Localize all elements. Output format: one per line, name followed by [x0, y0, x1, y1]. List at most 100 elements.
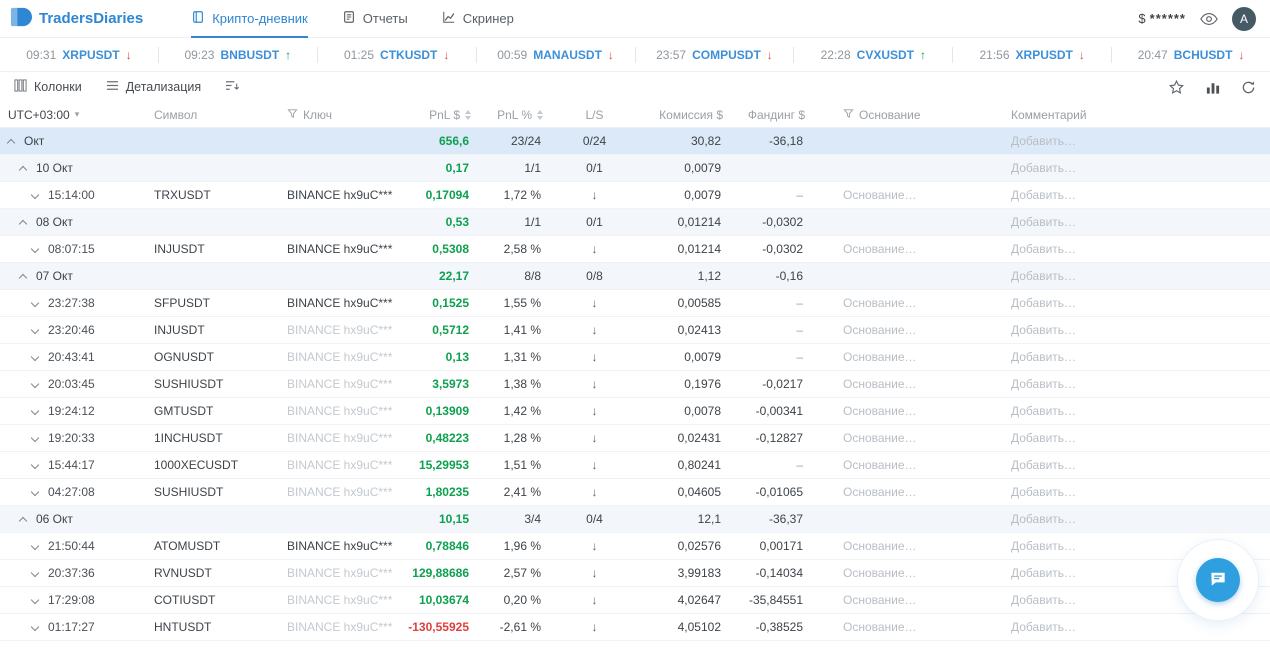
add-comment-link[interactable]: Добавить… [1007, 134, 1270, 148]
trade-row[interactable]: 15:14:00 TRXUSDT BINANCE hx9uC*** 0,17094 1,… [0, 182, 1270, 209]
key-header[interactable]: Ключ [283, 108, 400, 122]
add-comment-link[interactable]: Добавить… [1007, 323, 1270, 337]
timezone-header[interactable]: UTC+03:00 ▾ [0, 108, 150, 122]
add-basis-link[interactable]: Основание… [809, 188, 1007, 202]
ticker-item[interactable]: 00:59 MANAUSDT ↓ [477, 46, 636, 63]
details-button[interactable]: Детализация [106, 79, 201, 95]
ticker-symbol[interactable]: BCHUSDT [1174, 48, 1233, 62]
sort-icon[interactable] [537, 109, 543, 120]
add-comment-link[interactable]: Добавить… [1007, 458, 1270, 472]
filter-icon[interactable] [843, 108, 854, 122]
expand-icon[interactable] [30, 622, 40, 632]
add-comment-link[interactable]: Добавить… [1007, 350, 1270, 364]
add-basis-link[interactable]: Основание… [809, 431, 1007, 445]
collapse-icon[interactable] [6, 138, 16, 148]
trade-row[interactable]: 19:20:33 1INCHUSDT BINANCE hx9uC*** 0,48223… [0, 425, 1270, 452]
date-group-row[interactable]: 10 Окт 0,17 1/1 0/1 0,0079 Добавить… [0, 155, 1270, 182]
add-basis-link[interactable]: Основание… [809, 350, 1007, 364]
add-basis-link[interactable]: Основание… [809, 296, 1007, 310]
ticker-symbol[interactable]: BNBUSDT [220, 48, 279, 62]
ticker-item[interactable]: 22:28 CVXUSDT ↑ [794, 46, 954, 63]
trade-row[interactable]: 01:17:27 HNTUSDT BINANCE hx9uC*** -130,5592… [0, 614, 1270, 641]
date-group-row[interactable]: 07 Окт 22,17 8/8 0/8 1,12 -0,16 Добавить… [0, 263, 1270, 290]
add-basis-link[interactable]: Основание… [809, 620, 1007, 634]
tab-screener[interactable]: Скринер [442, 0, 514, 38]
ticker-item[interactable]: 09:31 XRPUSDT ↓ [0, 46, 159, 63]
sort-icon[interactable] [465, 109, 471, 120]
collapse-icon[interactable] [18, 219, 28, 229]
trade-row[interactable]: 23:20:46 INJUSDT BINANCE hx9uC*** 0,5712 1,4… [0, 317, 1270, 344]
add-comment-link[interactable]: Добавить… [1007, 269, 1270, 283]
add-comment-link[interactable]: Добавить… [1007, 188, 1270, 202]
pnl-pct-header[interactable]: PnL % [475, 108, 547, 122]
basis-header[interactable]: Основание [809, 108, 1007, 122]
expand-icon[interactable] [30, 190, 40, 200]
add-basis-link[interactable]: Основание… [809, 566, 1007, 580]
add-comment-link[interactable]: Добавить… [1007, 377, 1270, 391]
ticker-item[interactable]: 09:23 BNBUSDT ↑ [159, 46, 318, 63]
expand-icon[interactable] [30, 244, 40, 254]
expand-icon[interactable] [30, 352, 40, 362]
month-group-row[interactable]: Окт 656,6 23/24 0/24 30,82 -36,18 Добавить… [0, 128, 1270, 155]
ticker-item[interactable]: 20:47 BCHUSDT ↓ [1112, 47, 1270, 63]
add-comment-link[interactable]: Добавить… [1007, 242, 1270, 256]
add-basis-link[interactable]: Основание… [809, 539, 1007, 553]
star-icon[interactable] [1168, 79, 1185, 96]
collapse-icon[interactable] [18, 516, 28, 526]
add-comment-link[interactable]: Добавить… [1007, 404, 1270, 418]
columns-button[interactable]: Колонки [14, 79, 82, 95]
trade-row[interactable]: 15:44:17 1000XECUSDT BINANCE hx9uC*** 15,29… [0, 452, 1270, 479]
date-group-row[interactable]: 06 Окт 10,15 3/4 0/4 12,1 -36,37 Добавить… [0, 506, 1270, 533]
ticker-symbol[interactable]: XRPUSDT [62, 48, 119, 62]
add-comment-link[interactable]: Добавить… [1007, 485, 1270, 499]
collapse-icon[interactable] [18, 165, 28, 175]
add-basis-link[interactable]: Основание… [809, 242, 1007, 256]
ticker-symbol[interactable]: COMPUSDT [692, 48, 761, 62]
brand[interactable]: TradersDiaries [10, 6, 143, 31]
tab-reports[interactable]: Отчеты [342, 0, 408, 38]
expand-icon[interactable] [30, 379, 40, 389]
ticker-symbol[interactable]: CTKUSDT [380, 48, 437, 62]
add-basis-link[interactable]: Основание… [809, 593, 1007, 607]
expand-icon[interactable] [30, 433, 40, 443]
ticker-symbol[interactable]: MANAUSDT [533, 48, 602, 62]
add-comment-link[interactable]: Добавить… [1007, 215, 1270, 229]
add-comment-link[interactable]: Добавить… [1007, 512, 1270, 526]
add-comment-link[interactable]: Добавить… [1007, 620, 1270, 634]
expand-icon[interactable] [30, 325, 40, 335]
ticker-item[interactable]: 01:25 CTKUSDT ↓ [318, 46, 477, 63]
add-basis-link[interactable]: Основание… [809, 377, 1007, 391]
trade-row[interactable]: 20:43:41 OGNUSDT BINANCE hx9uC*** 0,13 1,31 … [0, 344, 1270, 371]
filter-icon[interactable] [287, 108, 298, 122]
refresh-icon[interactable] [1241, 80, 1256, 95]
trade-row[interactable]: 04:27:08 SUSHIUSDT BINANCE hx9uC*** 1,80235… [0, 479, 1270, 506]
expand-icon[interactable] [30, 568, 40, 578]
expand-icon[interactable] [30, 298, 40, 308]
avatar[interactable]: A [1232, 6, 1256, 31]
add-comment-link[interactable]: Добавить… [1007, 161, 1270, 175]
expand-icon[interactable] [30, 460, 40, 470]
collapse-icon[interactable] [18, 273, 28, 283]
add-basis-link[interactable]: Основание… [809, 323, 1007, 337]
grouping-button[interactable] [225, 79, 240, 95]
ticker-symbol[interactable]: XRPUSDT [1016, 48, 1073, 62]
add-comment-link[interactable]: Добавить… [1007, 296, 1270, 310]
add-basis-link[interactable]: Основание… [809, 485, 1007, 499]
expand-icon[interactable] [30, 487, 40, 497]
tab-crypto-diary[interactable]: Крипто-дневник [191, 0, 308, 38]
add-basis-link[interactable]: Основание… [809, 404, 1007, 418]
trade-row[interactable]: 08:07:15 INJUSDT BINANCE hx9uC*** 0,5308 2,5… [0, 236, 1270, 263]
eye-icon[interactable] [1200, 12, 1218, 26]
trade-row[interactable]: 19:24:12 GMTUSDT BINANCE hx9uC*** 0,13909 1,… [0, 398, 1270, 425]
bar-chart-icon[interactable] [1205, 80, 1221, 95]
ticker-item[interactable]: 21:56 XRPUSDT ↓ [953, 46, 1113, 63]
trade-row[interactable]: 21:50:44 ATOMUSDT BINANCE hx9uC*** 0,78846 1… [0, 533, 1270, 560]
expand-icon[interactable] [30, 595, 40, 605]
trade-row[interactable]: 17:29:08 COTIUSDT BINANCE hx9uC*** 10,03674… [0, 587, 1270, 614]
trade-row[interactable]: 23:27:38 SFPUSDT BINANCE hx9uC*** 0,1525 1,5… [0, 290, 1270, 317]
pnl-usd-header[interactable]: PnL $ [400, 108, 475, 122]
chat-button[interactable] [1196, 558, 1240, 602]
ticker-symbol[interactable]: CVXUSDT [857, 48, 914, 62]
add-comment-link[interactable]: Добавить… [1007, 431, 1270, 445]
add-basis-link[interactable]: Основание… [809, 458, 1007, 472]
